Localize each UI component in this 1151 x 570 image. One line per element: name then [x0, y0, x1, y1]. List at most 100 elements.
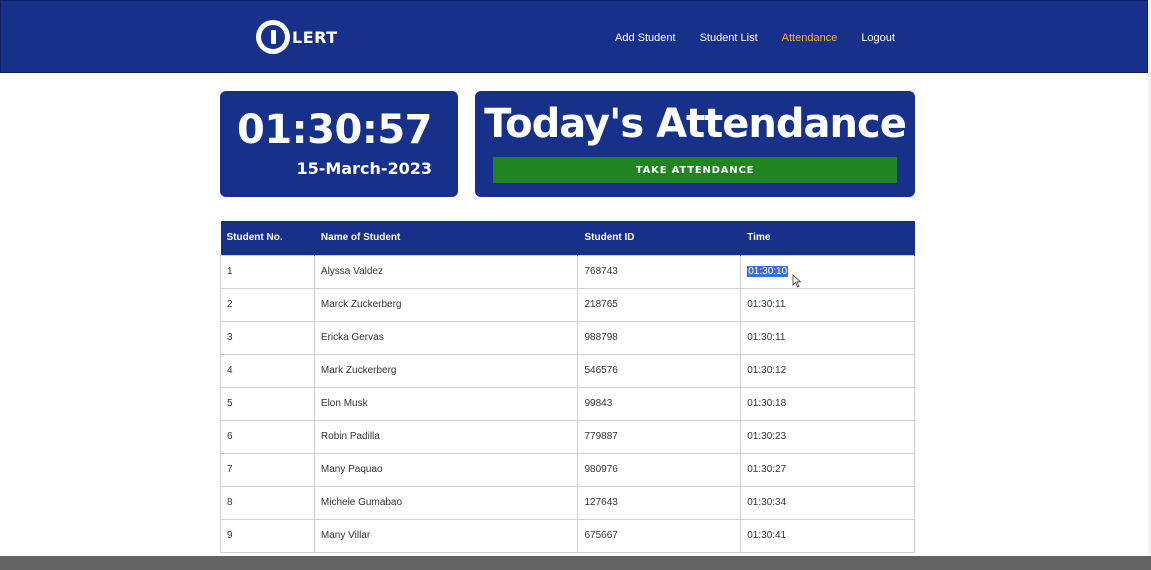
cell-student-name: Elon Musk [313, 386, 579, 421]
cell-student-name: Michele Gumabao [313, 485, 579, 520]
header-student-no: Student No. [220, 221, 315, 255]
power-ring-icon [256, 20, 290, 54]
take-attendance-button[interactable]: TAKE ATTENDANCE [493, 157, 897, 183]
cell-time-text: 01:30:18 [747, 398, 787, 409]
table-row: 4 Mark Zuckerberg 546576 01:30:12 [220, 353, 915, 388]
bottom-bar [0, 556, 1151, 570]
attendance-table: Student No. Name of Student Student ID T… [220, 221, 915, 553]
table-row: 8 Michele Gumabao 127643 01:30:34 [220, 485, 915, 520]
mouse-pointer-icon [792, 274, 802, 288]
clock-time: 01:30:57 [237, 107, 432, 153]
cell-student-no-text: 2 [227, 299, 233, 310]
cell-student-name: Marck Zuckerberg [313, 287, 579, 322]
nav-logout[interactable]: Logout [861, 32, 895, 44]
cell-student-id: 218765 [577, 287, 742, 322]
cell-student-id-text: 980976 [584, 464, 618, 475]
cell-time-text: 01:30:27 [747, 464, 787, 475]
cell-student-no-text: 4 [227, 365, 233, 376]
cell-student-id: 779887 [577, 419, 742, 454]
cell-student-id-text: 675667 [584, 530, 618, 541]
cell-student-no-text: 3 [227, 332, 233, 343]
cell-student-id-text: 99843 [584, 398, 613, 409]
cell-student-name-text: Many Paquao [320, 464, 383, 475]
cell-student-name: Robin Padilla [313, 419, 579, 454]
table-row: 2 Marck Zuckerberg 218765 01:30:11 [220, 287, 915, 322]
cell-student-no: 7 [220, 452, 315, 487]
header-student-name: Name of Student [314, 221, 579, 255]
cell-student-no: 3 [220, 320, 315, 355]
logo[interactable]: LERT [256, 20, 338, 54]
cell-time: 01:30:11 [740, 320, 915, 355]
cell-student-name: Mark Zuckerberg [313, 353, 579, 388]
clock-date: 15-March-2023 [296, 159, 432, 178]
cell-student-no-text: 8 [227, 497, 233, 508]
top-navbar: LERT Add Student Student List Attendance… [0, 0, 1148, 73]
cell-student-name: Many Paquao [313, 452, 579, 487]
cell-student-name-text: Mark Zuckerberg [320, 365, 397, 376]
table-row: 1 Alyssa Valdez 768743 01:30:10 [220, 254, 915, 289]
cell-student-id-text: 779887 [584, 431, 618, 442]
cell-student-id-text: 546576 [584, 365, 618, 376]
logo-text: LERT [292, 27, 338, 47]
cell-student-name: Many Villar [313, 518, 579, 553]
cell-student-no-text: 5 [227, 398, 233, 409]
header-time: Time [740, 221, 915, 255]
cell-time: 01:30:27 [740, 452, 915, 487]
cell-time: 01:30:18 [740, 386, 915, 421]
cell-student-id: 127643 [577, 485, 742, 520]
cell-time-text: 01:30:11 [747, 299, 786, 310]
cell-student-id-text: 218765 [584, 299, 618, 310]
cell-student-no: 9 [220, 518, 315, 553]
cell-student-id-text: 127643 [584, 497, 618, 508]
cell-student-name-text: Robin Padilla [320, 431, 380, 442]
cell-student-id-text: 768743 [584, 266, 618, 277]
cell-time-text: 01:30:41 [747, 530, 787, 541]
cell-student-id: 99843 [577, 386, 742, 421]
cell-time: 01:30:41 [740, 518, 915, 553]
cell-time: 01:30:34 [740, 485, 915, 520]
cell-student-no: 4 [220, 353, 315, 388]
cell-time: 01:30:11 [740, 287, 915, 322]
cell-student-no-text: 1 [227, 266, 233, 277]
nav-student-list[interactable]: Student List [700, 32, 758, 44]
cell-student-name: Alyssa Valdez [313, 254, 579, 289]
cell-student-no: 5 [220, 386, 315, 421]
cell-student-id-text: 988798 [584, 332, 618, 343]
cell-student-no-text: 9 [227, 530, 233, 541]
cell-time-text: 01:30:10 [747, 266, 789, 277]
cell-student-id: 980976 [577, 452, 742, 487]
nav-add-student[interactable]: Add Student [615, 32, 676, 44]
cell-student-id: 768743 [577, 254, 742, 289]
nav-menu: Add Student Student List Attendance Logo… [615, 32, 919, 44]
table-row: 5 Elon Musk 99843 01:30:18 [220, 386, 915, 421]
cell-student-name-text: Elon Musk [320, 398, 368, 409]
table-row: 3 Ericka Gervas 988798 01:30:11 [220, 320, 915, 355]
cell-student-name-text: Michele Gumabao [320, 497, 403, 508]
cell-student-id: 675667 [577, 518, 742, 553]
cell-time: 01:30:10 [740, 254, 915, 289]
cell-student-name-text: Many Villar [320, 530, 371, 541]
cell-student-no: 1 [220, 254, 315, 289]
cell-time-text: 01:30:12 [747, 365, 787, 376]
cell-student-no-text: 7 [227, 464, 233, 475]
cell-student-id: 546576 [577, 353, 742, 388]
cell-student-no: 8 [220, 485, 315, 520]
cell-student-name-text: Alyssa Valdez [320, 266, 383, 277]
cell-student-name-text: Marck Zuckerberg [320, 299, 402, 310]
clock-card: 01:30:57 15-March-2023 [220, 91, 458, 197]
cell-time: 01:30:23 [740, 419, 915, 454]
cell-time-text: 01:30:34 [747, 497, 787, 508]
cell-student-no: 2 [220, 287, 315, 322]
table-row: 7 Many Paquao 980976 01:30:27 [220, 452, 915, 487]
cell-student-name-text: Ericka Gervas [320, 332, 384, 343]
nav-attendance[interactable]: Attendance [782, 32, 838, 44]
cell-time-text: 01:30:23 [747, 431, 787, 442]
table-header-row: Student No. Name of Student Student ID T… [220, 221, 915, 255]
cell-student-no: 6 [220, 419, 315, 454]
cell-time: 01:30:12 [740, 353, 915, 388]
cell-student-id: 988798 [577, 320, 742, 355]
table-row: 9 Many Villar 675667 01:30:41 [220, 518, 915, 553]
cell-student-no-text: 6 [227, 431, 233, 442]
attendance-card: Today's Attendance TAKE ATTENDANCE [475, 91, 915, 197]
header-student-id: Student ID [577, 221, 742, 255]
